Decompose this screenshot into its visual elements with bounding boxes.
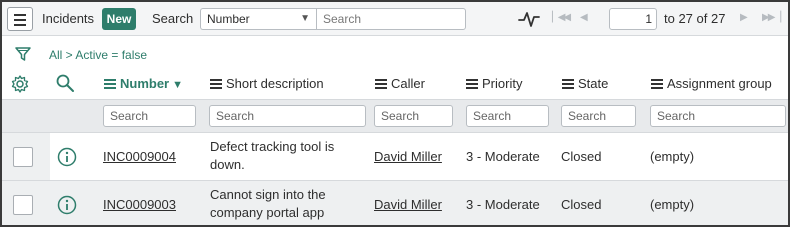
column-header-label: Assignment group <box>667 76 772 91</box>
row-checkbox[interactable] <box>13 195 33 215</box>
filter-breadcrumb[interactable]: All > Active = false <box>49 48 147 62</box>
page-total: to 27 of 27 <box>664 11 726 26</box>
state-cell: Closed <box>561 197 602 212</box>
column-header-label: Caller <box>391 76 425 91</box>
column-header-label: State <box>578 76 609 91</box>
incident-number-link[interactable]: INC0009004 <box>103 149 176 164</box>
caller-link[interactable]: David Miller <box>374 149 442 164</box>
column-menu-icon[interactable] <box>562 78 574 89</box>
info-icon[interactable] <box>57 195 77 215</box>
hamburger-icon-bar <box>14 24 26 26</box>
search-state-input[interactable] <box>561 105 636 127</box>
last-page-icon[interactable]: ▶▶▕ <box>762 12 781 23</box>
state-cell: Closed <box>561 149 602 164</box>
column-menu-icon[interactable] <box>651 78 663 89</box>
short-description-cell: Defect tracking tool is down. <box>210 139 335 172</box>
short-description-cell: Cannot sign into the company portal app <box>210 187 326 220</box>
magnifier-icon[interactable] <box>55 73 75 93</box>
incident-number-link[interactable]: INC0009003 <box>103 197 176 212</box>
sort-descending-icon[interactable]: ▼ <box>172 79 183 91</box>
column-search-row <box>2 99 788 133</box>
funnel-icon[interactable] <box>14 45 32 63</box>
first-page-icon[interactable]: ▏◀◀ <box>552 12 571 23</box>
column-header-label: Priority <box>482 76 523 91</box>
row-select-cell <box>2 181 50 225</box>
activity-stream-icon[interactable] <box>518 10 540 28</box>
hamburger-icon-bar <box>14 19 26 21</box>
column-header-caller[interactable]: Caller <box>375 76 425 94</box>
search-label: Search <box>152 11 194 26</box>
column-header-short-description[interactable]: Short description <box>210 76 324 94</box>
search-number-input[interactable] <box>103 105 196 127</box>
filter-row: All > Active = false <box>2 38 788 70</box>
search-input[interactable] <box>316 8 466 30</box>
column-menu-icon[interactable] <box>466 78 478 89</box>
list-menu-button[interactable] <box>7 7 33 31</box>
column-header-label: Short description <box>226 76 324 91</box>
row-checkbox[interactable] <box>13 147 33 167</box>
new-button[interactable]: New <box>102 8 136 30</box>
column-menu-icon[interactable] <box>375 78 387 89</box>
list-title: Incidents <box>42 11 95 26</box>
caller-link[interactable]: David Miller <box>374 197 442 212</box>
page-number-input[interactable]: 1 <box>609 8 657 30</box>
column-header-priority[interactable]: Priority <box>466 76 522 94</box>
column-header-state[interactable]: State <box>562 76 608 94</box>
assignment-group-cell: (empty) <box>650 149 695 164</box>
column-header-assignment-group[interactable]: Assignment group <box>651 76 772 94</box>
search-priority-input[interactable] <box>466 105 549 127</box>
gear-icon[interactable] <box>10 74 30 94</box>
column-header-number[interactable]: Number ▼ <box>104 76 183 94</box>
row-select-cell <box>2 133 50 180</box>
search-caller-input[interactable] <box>374 105 453 127</box>
search-short-description-input[interactable] <box>209 105 366 127</box>
previous-page-icon[interactable]: ◀ <box>580 12 588 23</box>
incident-list-frame: Incidents New Search Number ▼ ▏◀◀ ◀ 1 to… <box>0 0 790 227</box>
priority-cell: 3 - Moderate <box>466 149 540 164</box>
info-icon[interactable] <box>57 147 77 167</box>
search-assignment-group-input[interactable] <box>650 105 786 127</box>
table-row[interactable]: INC0009003 Cannot sign into the company … <box>2 181 788 225</box>
column-header-label: Number <box>120 76 170 91</box>
table-row[interactable]: INC0009004 Defect tracking tool is down.… <box>2 133 788 181</box>
column-menu-icon[interactable] <box>210 78 222 89</box>
column-menu-icon[interactable] <box>104 78 116 89</box>
priority-cell: 3 - Moderate <box>466 197 540 212</box>
list-toolbar: Incidents New Search Number ▼ ▏◀◀ ◀ 1 to… <box>2 2 788 36</box>
assignment-group-cell: (empty) <box>650 197 695 212</box>
search-field-value: Number <box>207 12 250 26</box>
hamburger-icon <box>14 14 26 16</box>
next-page-icon[interactable]: ▶ <box>740 12 748 23</box>
caret-down-icon: ▼ <box>300 13 310 24</box>
search-field-select[interactable]: Number ▼ <box>200 8 316 30</box>
